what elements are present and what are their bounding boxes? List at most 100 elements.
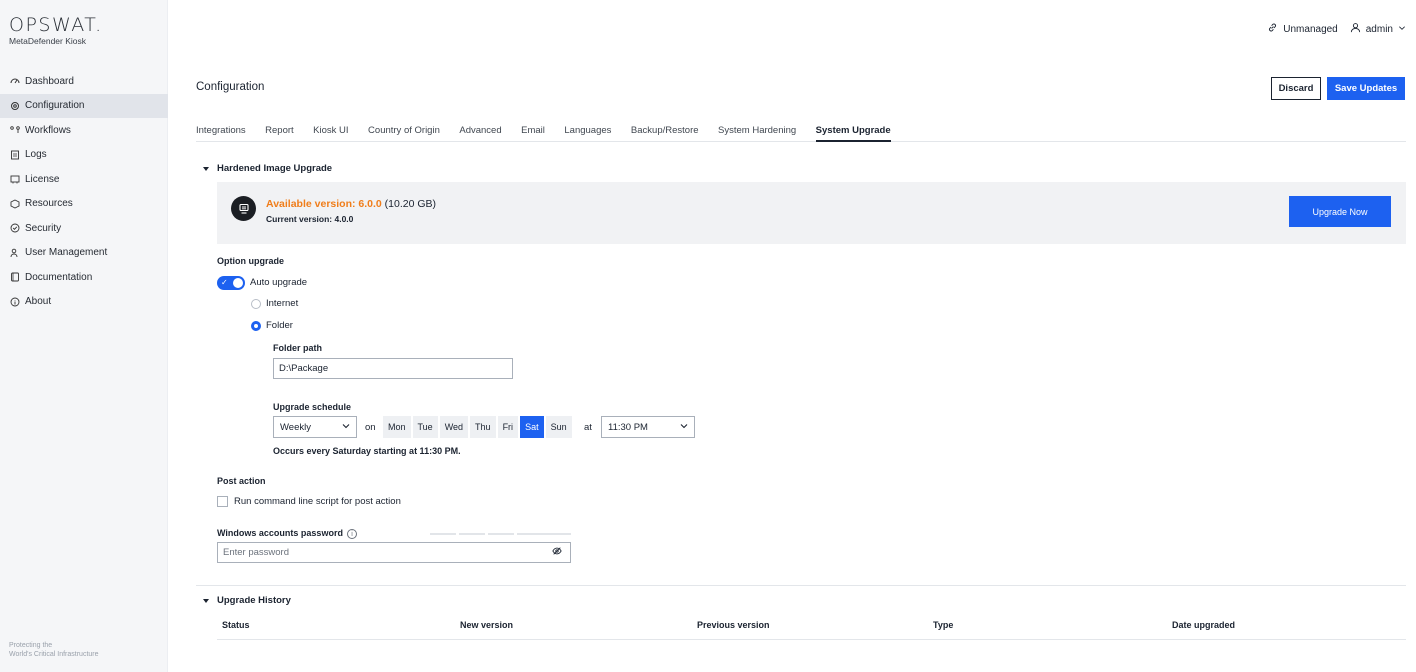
resources-icon	[9, 198, 20, 209]
column-new-version[interactable]: New version	[460, 620, 513, 630]
radio-internet[interactable]	[251, 299, 261, 309]
chevron-down-icon	[342, 422, 350, 433]
license-icon	[9, 174, 20, 185]
password-label: Windows accounts password	[217, 528, 343, 538]
at-label: at	[584, 422, 592, 433]
option-upgrade-title: Option upgrade	[217, 256, 284, 266]
sidebar-nav: Dashboard Configuration Workflows Logs L…	[0, 69, 168, 314]
chevron-down-icon	[680, 422, 688, 433]
product-name: MetaDefender Kiosk	[9, 36, 87, 46]
chevron-down-icon	[1398, 24, 1406, 35]
tab-advanced[interactable]: Advanced	[459, 118, 501, 142]
history-section-toggle[interactable]: Upgrade History	[203, 595, 291, 606]
frequency-select[interactable]: Weekly	[273, 416, 357, 438]
column-date-upgraded[interactable]: Date upgraded	[1172, 620, 1235, 630]
sidebar-item-workflows[interactable]: Workflows	[0, 118, 168, 143]
info-icon[interactable]: i	[347, 529, 357, 539]
sidebar-item-label: Dashboard	[25, 75, 74, 87]
day-tue[interactable]: Tue	[412, 416, 438, 438]
tab-country-of-origin[interactable]: Country of Origin	[368, 118, 440, 142]
day-sat[interactable]: Sat	[520, 416, 544, 438]
strength-segment	[430, 533, 456, 535]
column-previous-version[interactable]: Previous version	[697, 620, 770, 630]
discard-button[interactable]: Discard	[1271, 77, 1321, 100]
post-action-title: Post action	[217, 476, 266, 486]
caret-down-icon	[203, 166, 209, 171]
tab-report[interactable]: Report	[265, 118, 294, 142]
tagline-line-1: Protecting the	[9, 642, 53, 649]
sidebar-item-logs[interactable]: Logs	[0, 143, 168, 168]
day-mon[interactable]: Mon	[383, 416, 411, 438]
folder-path-value: D:\Package	[279, 363, 329, 374]
tagline: Protecting the World's Critical Infrastr…	[9, 641, 99, 659]
day-sun[interactable]: Sun	[545, 416, 572, 438]
password-placeholder: Enter password	[223, 547, 290, 558]
workflow-icon	[9, 125, 20, 136]
sidebar-item-configuration[interactable]: Configuration	[0, 93, 168, 118]
folder-path-input[interactable]: D:\Package	[273, 358, 513, 379]
brand-name: OPSWAT.	[9, 14, 103, 36]
sidebar-item-label: Resources	[25, 198, 73, 210]
link-icon	[1267, 22, 1278, 36]
sidebar-item-label: About	[25, 296, 52, 308]
tab-backup-restore[interactable]: Backup/Restore	[631, 118, 699, 142]
kiosk-icon	[231, 196, 256, 221]
upgrade-now-button[interactable]: Upgrade Now	[1289, 196, 1391, 227]
tab-kiosk-ui[interactable]: Kiosk UI	[313, 118, 348, 142]
logs-icon	[9, 149, 20, 160]
book-icon	[9, 272, 20, 283]
info-icon	[9, 296, 20, 307]
config-tabs: Integrations Report Kiosk UI Country of …	[196, 118, 1406, 142]
history-section-title: Upgrade History	[217, 595, 291, 606]
post-action-checkbox[interactable]	[217, 496, 228, 507]
sidebar-item-security[interactable]: Security	[0, 216, 168, 241]
page-title: Configuration	[196, 81, 265, 93]
tab-integrations[interactable]: Integrations	[196, 118, 246, 142]
sidebar-item-label: Logs	[25, 149, 47, 161]
password-input[interactable]: Enter password	[217, 542, 571, 563]
sidebar-item-license[interactable]: License	[0, 167, 168, 192]
post-action-checkbox-label: Run command line script for post action	[234, 496, 401, 507]
day-wed[interactable]: Wed	[439, 416, 469, 438]
sidebar-item-resources[interactable]: Resources	[0, 192, 168, 217]
column-status[interactable]: Status	[222, 620, 250, 630]
day-selector: Mon Tue Wed Thu Fri Sat Sun	[383, 416, 572, 438]
on-label: on	[365, 422, 376, 433]
users-icon	[9, 247, 20, 258]
sidebar-item-about[interactable]: About	[0, 290, 168, 315]
tab-languages[interactable]: Languages	[564, 118, 611, 142]
current-version: Current version: 4.0.0	[266, 214, 354, 224]
column-type[interactable]: Type	[933, 620, 953, 630]
eye-off-icon[interactable]	[552, 546, 562, 559]
auto-upgrade-toggle[interactable]: ✓	[217, 276, 245, 290]
caret-down-icon	[203, 598, 209, 603]
toggle-knob	[233, 278, 243, 288]
sidebar-item-documentation[interactable]: Documentation	[0, 265, 168, 290]
radio-folder[interactable]	[251, 321, 261, 331]
day-thu[interactable]: Thu	[470, 416, 496, 438]
user-menu[interactable]: admin	[1350, 22, 1406, 36]
management-status[interactable]: Unmanaged	[1267, 22, 1338, 36]
tab-system-upgrade[interactable]: System Upgrade	[815, 118, 891, 142]
sidebar-item-label: Security	[25, 222, 62, 234]
section-divider	[196, 585, 1406, 586]
day-fri[interactable]: Fri	[497, 416, 519, 438]
upgrade-banner: Available version: 6.0.0 (10.20 GB) Curr…	[217, 182, 1406, 244]
hardened-section-toggle[interactable]: Hardened Image Upgrade	[203, 163, 332, 174]
logo[interactable]: OPSWAT. MetaDefender Kiosk	[9, 14, 103, 46]
folder-path-label: Folder path	[273, 343, 322, 353]
strength-segment	[488, 533, 514, 535]
tab-system-hardening[interactable]: System Hardening	[718, 118, 796, 142]
sidebar-item-dashboard[interactable]: Dashboard	[0, 69, 168, 94]
password-strength-meter	[430, 533, 571, 535]
available-version: Available version: 6.0.0 (10.20 GB)	[266, 198, 436, 210]
shield-icon	[9, 223, 20, 234]
hardened-section-title: Hardened Image Upgrade	[217, 163, 333, 174]
tab-email[interactable]: Email	[521, 118, 545, 142]
time-select[interactable]: 11:30 PM	[601, 416, 695, 438]
save-updates-button[interactable]: Save Updates	[1327, 77, 1405, 100]
upgrade-schedule-label: Upgrade schedule	[273, 402, 352, 412]
sidebar-item-label: Configuration	[25, 100, 85, 112]
available-version-size: (10.20 GB)	[381, 198, 437, 210]
sidebar-item-user-management[interactable]: User Management	[0, 241, 168, 266]
